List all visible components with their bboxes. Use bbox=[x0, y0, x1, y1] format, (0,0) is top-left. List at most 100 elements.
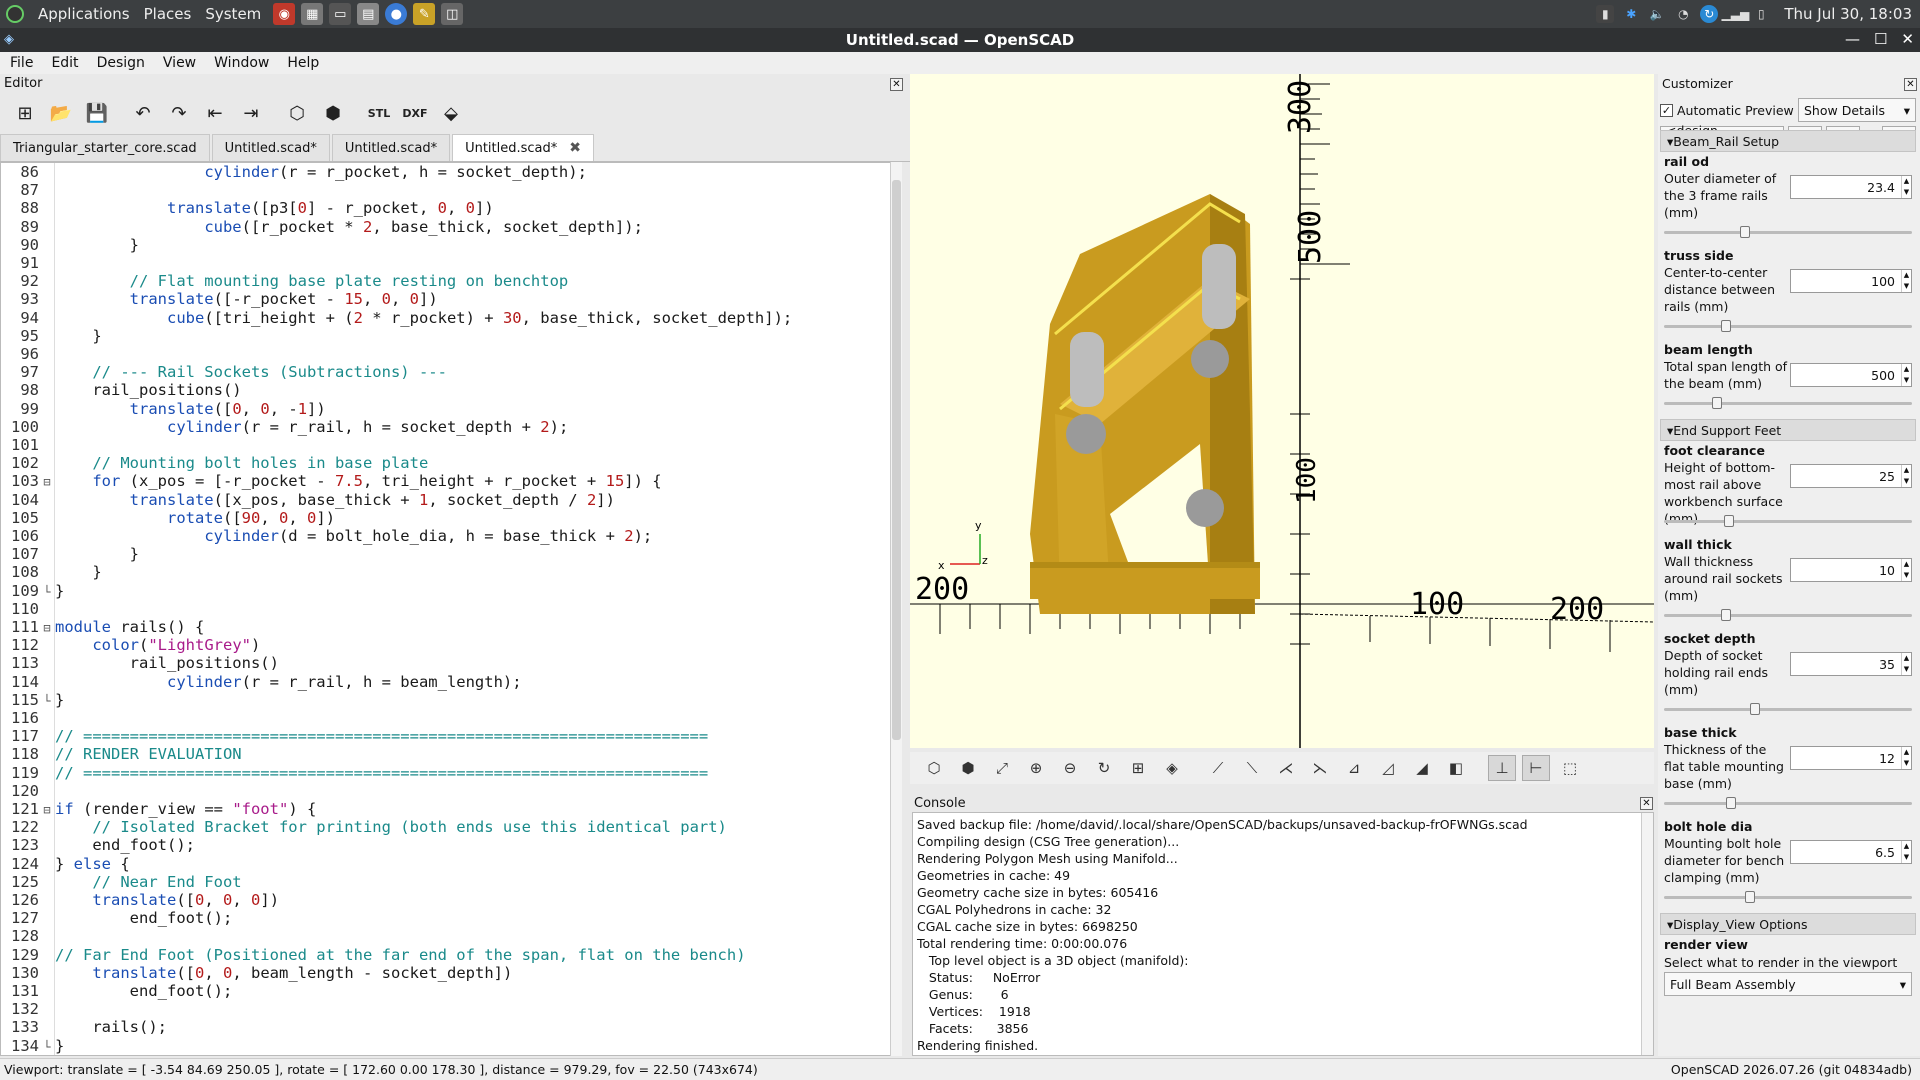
undo-icon[interactable]: ↶ bbox=[128, 98, 158, 128]
code-line[interactable]: 101 bbox=[1, 436, 901, 454]
spin-arrows-icon[interactable]: ▲ ▼ bbox=[1901, 176, 1911, 198]
fold-toggle-icon[interactable]: ⊟ bbox=[39, 801, 55, 819]
distro-logo-icon[interactable] bbox=[6, 5, 24, 23]
export-dxf-icon[interactable]: DXF bbox=[400, 98, 430, 128]
code-line[interactable]: 98 rail_positions() bbox=[1, 381, 901, 399]
preview-icon[interactable]: ⬡ bbox=[920, 755, 948, 781]
code-line[interactable]: 111 ⊟ module rails() { bbox=[1, 618, 901, 636]
openscad-app-icon[interactable]: ◈ bbox=[4, 32, 20, 48]
param-spinbox[interactable]: 100 ▲ ▼ bbox=[1790, 269, 1912, 293]
close-window-icon[interactable]: ✕ bbox=[1901, 30, 1914, 48]
calculator-launcher-icon[interactable]: ▦ bbox=[301, 3, 324, 25]
code-line[interactable]: 94 cube([tri_height + (2 * r_pocket) + 3… bbox=[1, 309, 901, 327]
slider-handle[interactable] bbox=[1749, 703, 1760, 715]
param-slider[interactable] bbox=[1664, 226, 1912, 238]
code-line[interactable]: 105 rotate([90, 0, 0]) bbox=[1, 509, 901, 527]
text-editor-launcher-icon[interactable]: ✎ bbox=[413, 3, 436, 25]
automatic-preview-checkbox[interactable]: ✓ bbox=[1660, 103, 1673, 117]
view-diagonal-icon[interactable]: ◢ bbox=[1408, 755, 1436, 781]
view-top-icon[interactable]: ⟍ bbox=[1238, 755, 1266, 781]
zoom-out-icon[interactable]: ⊖ bbox=[1056, 755, 1084, 781]
code-line[interactable]: 99 translate([0, 0, -1]) bbox=[1, 400, 901, 418]
view-all-icon[interactable]: ⤢ bbox=[988, 755, 1016, 781]
save-file-icon[interactable]: 💾 bbox=[82, 98, 112, 128]
param-spinbox[interactable]: 12 ▲ ▼ bbox=[1790, 746, 1912, 770]
reset-view-icon[interactable]: ↻ bbox=[1090, 755, 1118, 781]
tab-untitled-active[interactable]: Untitled.scad* ✖ bbox=[452, 134, 595, 161]
tray-app-icon[interactable]: ▮ bbox=[1596, 5, 1615, 23]
spin-arrows-icon[interactable]: ▲ ▼ bbox=[1901, 653, 1911, 675]
screenshot-launcher-icon[interactable]: ◫ bbox=[441, 3, 464, 25]
render-view-select[interactable]: Full Beam Assembly ▾ bbox=[1664, 972, 1912, 996]
show-axes-icon[interactable]: ⊞ bbox=[1124, 755, 1152, 781]
code-line[interactable]: 128 bbox=[1, 927, 901, 945]
show-crosshairs-icon[interactable]: ⬚ bbox=[1556, 755, 1584, 781]
perspective-icon[interactable]: ◧ bbox=[1442, 755, 1470, 781]
code-line[interactable]: 129 // Far End Foot (Positioned at the fa… bbox=[1, 946, 901, 964]
code-line[interactable]: 113 rail_positions() bbox=[1, 654, 901, 672]
signal-icon[interactable]: ▁▃▅ bbox=[1721, 5, 1749, 23]
param-slider[interactable] bbox=[1664, 797, 1912, 809]
code-line[interactable]: 133 rails(); bbox=[1, 1018, 901, 1036]
code-line[interactable]: 95 } bbox=[1, 327, 901, 345]
network-icon[interactable]: ◔ bbox=[1674, 5, 1692, 23]
code-line[interactable]: 89 cube([r_pocket * 2, base_thick, socke… bbox=[1, 218, 901, 236]
code-line[interactable]: 96 bbox=[1, 345, 901, 363]
menu-design[interactable]: Design bbox=[97, 55, 145, 71]
param-spinbox[interactable]: 35 ▲ ▼ bbox=[1790, 652, 1912, 676]
code-line[interactable]: 108 } bbox=[1, 563, 901, 581]
code-line[interactable]: 103 ⊟ for (x_pos = [-r_pocket - 7.5, tri_… bbox=[1, 472, 901, 490]
export-stl-icon[interactable]: STL bbox=[364, 98, 394, 128]
send-to-print-icon[interactable]: ⬙ bbox=[436, 98, 466, 128]
code-line[interactable]: 130 translate([0, 0, beam_length - socke… bbox=[1, 964, 901, 982]
maximize-icon[interactable]: ☐ bbox=[1874, 30, 1887, 48]
terminal-launcher-icon[interactable]: ▭ bbox=[329, 3, 352, 25]
param-slider[interactable] bbox=[1664, 397, 1912, 409]
battery-icon[interactable]: ▯ bbox=[1752, 5, 1770, 23]
param-slider[interactable] bbox=[1664, 320, 1912, 332]
code-line[interactable]: 125 // Near End Foot bbox=[1, 873, 901, 891]
code-line[interactable]: 121 ⊟ if (render_view == "foot") { bbox=[1, 800, 901, 818]
menu-view[interactable]: View bbox=[163, 55, 196, 71]
spin-arrows-icon[interactable]: ▲ ▼ bbox=[1901, 364, 1911, 386]
menu-edit[interactable]: Edit bbox=[51, 55, 78, 71]
zoom-in-icon[interactable]: ⊕ bbox=[1022, 755, 1050, 781]
new-file-icon[interactable]: ⊞ bbox=[10, 98, 40, 128]
code-line[interactable]: 87 bbox=[1, 181, 901, 199]
code-line[interactable]: 90 } bbox=[1, 236, 901, 254]
code-line[interactable]: 97 // --- Rail Sockets (Subtractions) --… bbox=[1, 363, 901, 381]
code-line[interactable]: 104 translate([x_pos, base_thick + 1, so… bbox=[1, 491, 901, 509]
close-tab-icon[interactable]: ✖ bbox=[569, 140, 581, 156]
section-header[interactable]: ▾ Display_View Options bbox=[1660, 913, 1916, 935]
tab-untitled-2[interactable]: Untitled.scad* bbox=[331, 134, 451, 161]
fold-toggle-icon[interactable]: ⊟ bbox=[39, 473, 55, 491]
code-line[interactable]: 117 // ==================================… bbox=[1, 727, 901, 745]
view-right-icon[interactable]: ⟋ bbox=[1204, 755, 1232, 781]
slider-handle[interactable] bbox=[1725, 797, 1736, 809]
param-spinbox[interactable]: 6.5 ▲ ▼ bbox=[1790, 840, 1912, 864]
slider-handle[interactable] bbox=[1711, 397, 1722, 409]
code-line[interactable]: 86 cylinder(r = r_pocket, h = socket_dep… bbox=[1, 163, 901, 181]
redo-icon[interactable]: ↷ bbox=[164, 98, 194, 128]
code-line[interactable]: 123 end_foot(); bbox=[1, 836, 901, 854]
section-header[interactable]: ▾ Beam_Rail Setup bbox=[1660, 130, 1916, 152]
param-slider[interactable] bbox=[1664, 515, 1912, 527]
view-left-icon[interactable]: ⋋ bbox=[1306, 755, 1334, 781]
code-line[interactable]: 106 cylinder(d = bolt_hole_dia, h = base… bbox=[1, 527, 901, 545]
code-line[interactable]: 92 // Flat mounting base plate resting o… bbox=[1, 272, 901, 290]
spin-arrows-icon[interactable]: ▲ ▼ bbox=[1901, 841, 1911, 863]
show-edges-icon[interactable]: ◈ bbox=[1158, 755, 1186, 781]
code-line[interactable]: 134 └} bbox=[1, 1037, 901, 1055]
code-line[interactable]: 102 // Mounting bolt holes in base plate bbox=[1, 454, 901, 472]
sync-icon[interactable]: ↻ bbox=[1700, 5, 1719, 23]
editor-scrollbar[interactable] bbox=[890, 162, 902, 1056]
code-line[interactable]: 118 // RENDER EVALUATION bbox=[1, 745, 901, 763]
menu-window[interactable]: Window bbox=[214, 55, 269, 71]
console-output[interactable]: Saved backup file: /home/david/.local/sh… bbox=[912, 812, 1654, 1056]
system-menu[interactable]: System bbox=[205, 5, 261, 23]
spin-arrows-icon[interactable]: ▲ ▼ bbox=[1901, 559, 1911, 581]
spin-arrows-icon[interactable]: ▲ ▼ bbox=[1901, 747, 1911, 769]
slider-handle[interactable] bbox=[1740, 226, 1751, 238]
slider-handle[interactable] bbox=[1744, 891, 1755, 903]
slider-handle[interactable] bbox=[1721, 320, 1732, 332]
